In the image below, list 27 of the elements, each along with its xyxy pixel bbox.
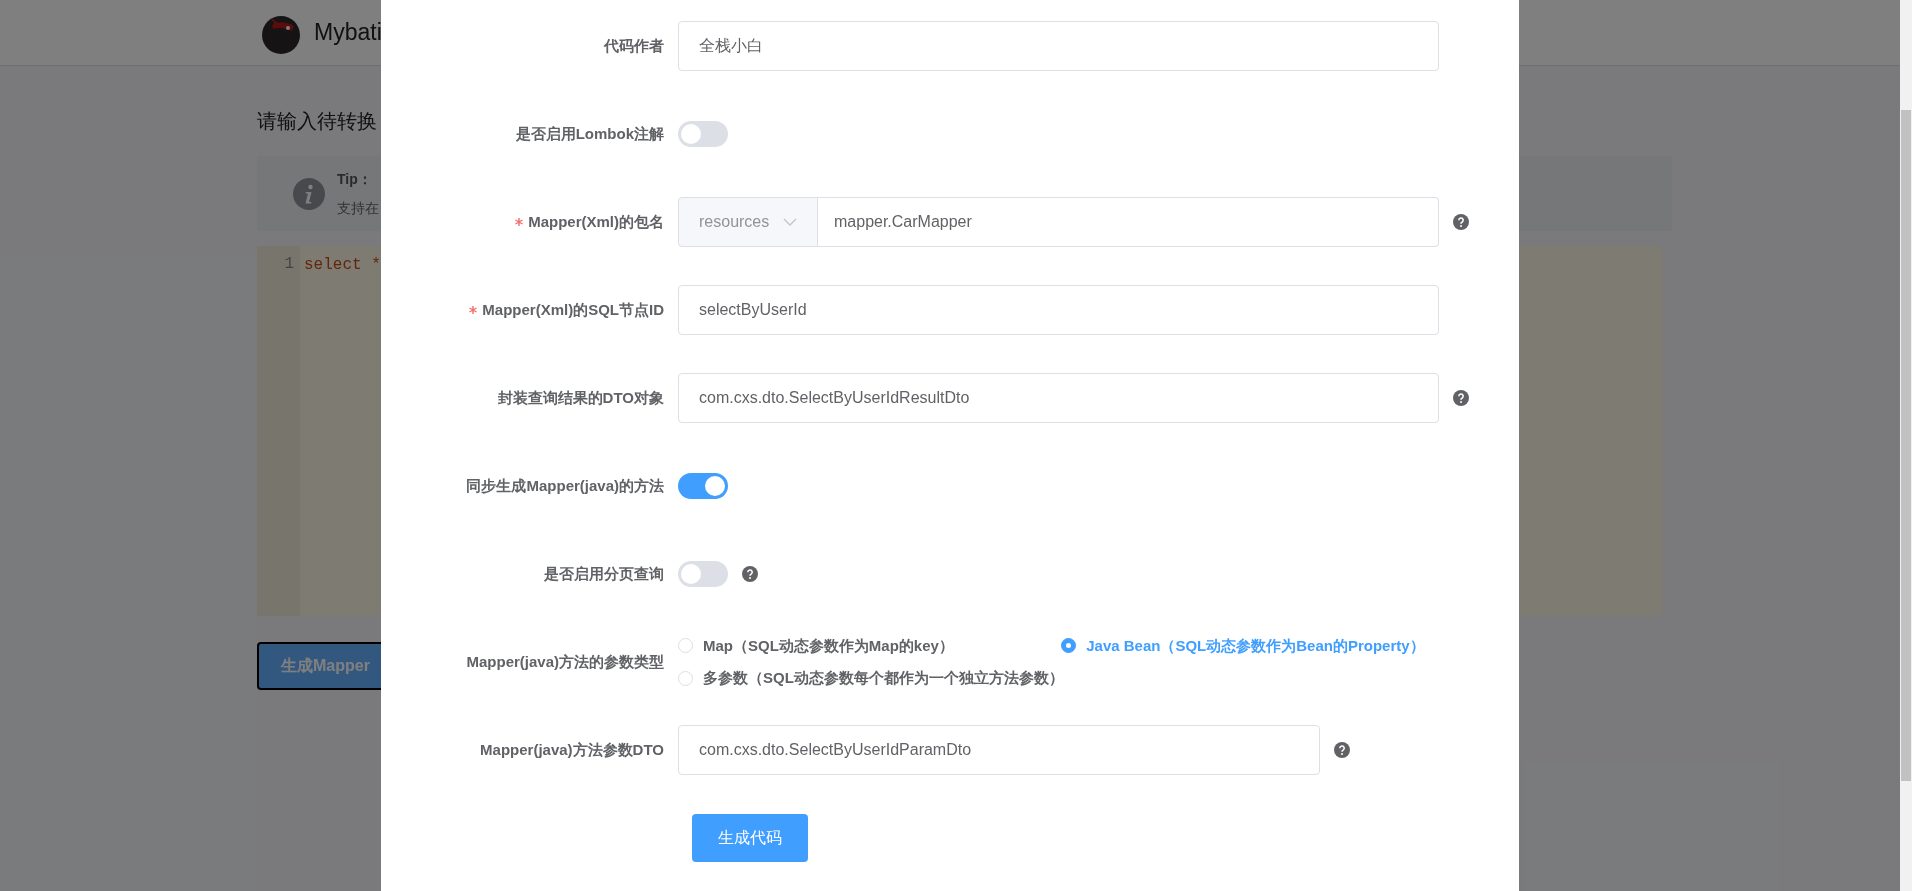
field-label: Mapper(java)方法参数DTO — [480, 739, 664, 760]
text-field[interactable]: 全栈小白 — [678, 21, 1439, 71]
field-label: 是否启用分页查询 — [544, 563, 664, 584]
page-heading: 请输入待转换 — [257, 109, 377, 134]
field-label: Mapper(java)方法的参数类型 — [466, 651, 664, 672]
code-line: select * — [304, 256, 381, 274]
radio-option[interactable]: 多参数（SQL动态参数每个都作为一个独立方法参数） — [678, 667, 1498, 690]
text-field[interactable]: com.cxs.dto.SelectByUserIdParamDto — [678, 725, 1320, 775]
toggle-switch[interactable] — [678, 473, 728, 499]
scrollbar[interactable] — [1900, 0, 1912, 891]
tip-text: 支持在 — [337, 198, 379, 218]
field-label: 同步生成Mapper(java)的方法 — [466, 475, 664, 496]
text-field[interactable]: mapper.CarMapper — [818, 197, 1439, 247]
tip-title: Tip： — [337, 169, 373, 189]
toggle-switch[interactable] — [678, 561, 728, 587]
field-label: Mapper(Xml)的包名 — [528, 211, 664, 232]
field-label: Mapper(Xml)的SQL节点ID — [482, 299, 664, 320]
chevron-down-icon — [783, 218, 797, 226]
radio-option[interactable]: Map（SQL动态参数作为Map的key） — [678, 634, 1028, 657]
text-field[interactable]: com.cxs.dto.SelectByUserIdResultDto — [678, 373, 1439, 423]
field-label: 封装查询结果的DTO对象 — [497, 387, 664, 408]
toggle-switch[interactable] — [678, 121, 728, 147]
text-field[interactable]: selectByUserId — [678, 285, 1439, 335]
field-label: 代码作者 — [604, 35, 664, 56]
info-icon — [293, 177, 325, 210]
app-title: Mybati — [314, 18, 382, 48]
field-label: 是否启用Lombok注解 — [515, 123, 664, 144]
